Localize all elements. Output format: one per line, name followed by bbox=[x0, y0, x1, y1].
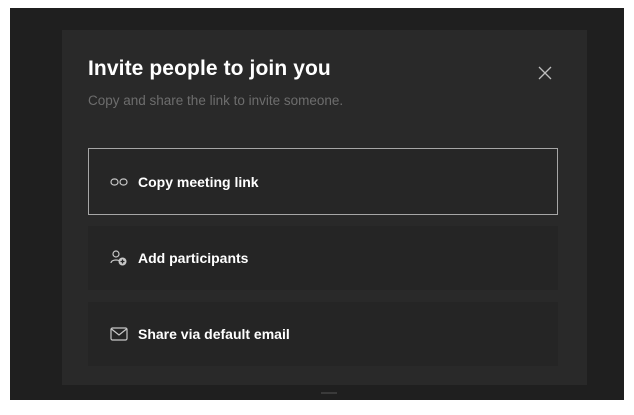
meeting-window-backdrop: Invite people to join you Copy and share… bbox=[10, 8, 624, 400]
share-via-email-label: Share via default email bbox=[138, 326, 290, 342]
add-participants-label: Add participants bbox=[138, 250, 249, 266]
share-via-email-button[interactable]: Share via default email bbox=[88, 302, 558, 366]
close-icon bbox=[538, 66, 552, 80]
close-button[interactable] bbox=[535, 63, 555, 83]
copy-meeting-link-button[interactable]: Copy meeting link bbox=[88, 148, 558, 215]
mail-icon bbox=[110, 325, 128, 343]
scroll-handle bbox=[321, 392, 337, 394]
copy-meeting-link-label: Copy meeting link bbox=[138, 173, 259, 190]
invite-dialog: Invite people to join you Copy and share… bbox=[62, 30, 587, 394]
add-participants-button[interactable]: Add participants bbox=[88, 226, 558, 290]
add-people-icon bbox=[110, 249, 128, 267]
dialog-title: Invite people to join you bbox=[88, 57, 331, 80]
dialog-subtitle: Copy and share the link to invite someon… bbox=[88, 93, 344, 108]
link-icon bbox=[110, 173, 128, 191]
